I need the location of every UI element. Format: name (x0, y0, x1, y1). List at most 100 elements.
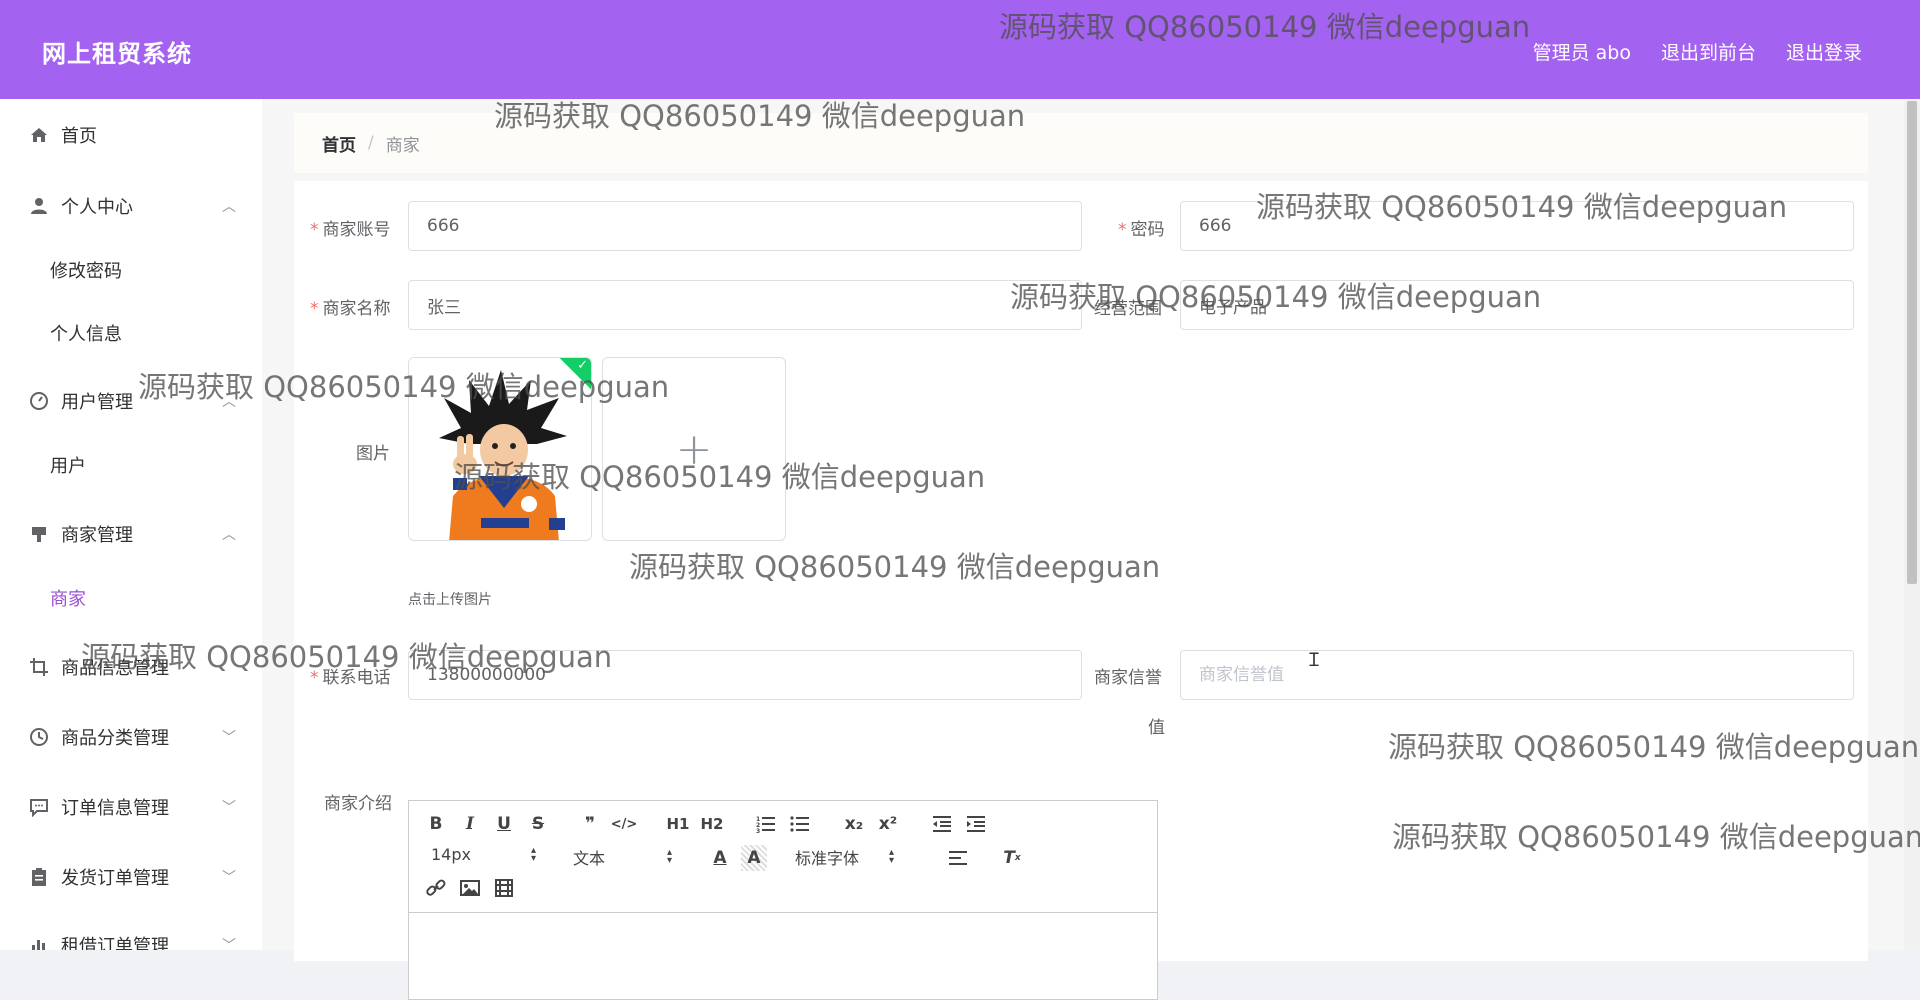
required-mark: * (310, 668, 319, 688)
account-label: * 商家账号 (310, 215, 391, 240)
chart-icon (28, 934, 50, 950)
bold-icon[interactable]: B (423, 811, 449, 837)
italic-icon[interactable]: I (457, 811, 483, 837)
sidebar-item-users[interactable]: 用户 (0, 437, 262, 493)
scrollbar-thumb[interactable] (1907, 101, 1917, 584)
font-size-select[interactable]: 14px ▴ ▾ (431, 845, 536, 864)
font-size-value: 14px (431, 845, 471, 864)
indent-icon[interactable] (963, 811, 989, 837)
sidebar-item-label: 修改密码 (50, 261, 122, 282)
superscript-icon[interactable]: x² (875, 811, 901, 837)
home-icon (28, 124, 50, 146)
sidebar-item-label: 用户 (50, 456, 86, 477)
phone-input[interactable] (408, 650, 1082, 700)
font-color-icon[interactable]: A (707, 845, 733, 871)
align-icon[interactable] (945, 845, 971, 871)
sidebar-item-category[interactable]: 商品分类管理 ﹀ (0, 707, 262, 767)
phone-label-text: 联系电话 (322, 668, 391, 688)
password-label-text: 密码 (1130, 220, 1165, 240)
top-header: 网上租贸系统 管理员 abo 退出到前台 退出登录 (0, 0, 1920, 99)
image-icon[interactable] (457, 875, 483, 901)
sidebar-item-label: 商家管理 (61, 525, 133, 546)
scope-label: 经营范围 (1094, 299, 1162, 319)
breadcrumb-current: 商家 (385, 135, 420, 156)
chevron-down-icon: ﹀ (222, 730, 236, 746)
ordered-list-icon[interactable]: 123 (753, 811, 779, 837)
business-scope-input[interactable] (1180, 280, 1854, 330)
sidebar-item-rental-order[interactable]: 租借订单管理 ﹀ (0, 915, 262, 950)
chevron-down-icon: ﹀ (222, 800, 236, 816)
bullet-list-icon[interactable] (787, 811, 813, 837)
intro-editor[interactable]: B I U S ❞ </> H1 H2 123 x₂ x² 14px ▴ ▾ 文… (408, 800, 1158, 1000)
sidebar-item-home[interactable]: 首页 (0, 105, 262, 165)
credit-input[interactable] (1180, 650, 1854, 700)
editor-toolbar: B I U S ❞ </> H1 H2 123 x₂ x² 14px ▴ ▾ 文… (409, 801, 1157, 913)
breadcrumb: 首页 / 商家 (294, 113, 1868, 173)
required-mark: * (1118, 220, 1127, 240)
clear-format-icon[interactable]: Tx (999, 845, 1025, 871)
check-icon: ✓ (577, 358, 588, 373)
password-input[interactable] (1180, 201, 1854, 251)
font-family-value: 标准字体 (795, 849, 860, 868)
background-color-icon[interactable]: A (741, 845, 767, 871)
font-family-select[interactable]: 标准字体 ▴ ▾ (795, 845, 894, 869)
sidebar-item-change-password[interactable]: 修改密码 (0, 242, 262, 298)
gauge-icon (28, 390, 50, 412)
chat-icon (28, 796, 50, 818)
sidebar-item-personal-center[interactable]: 个人中心 ︿ (0, 176, 262, 236)
phone-label: * 联系电话 (310, 663, 391, 688)
strikethrough-icon[interactable]: S (525, 811, 551, 837)
outdent-icon[interactable] (929, 811, 955, 837)
logout-link[interactable]: 退出登录 (1786, 38, 1862, 65)
select-arrow-icon: ▴ ▾ (667, 847, 673, 866)
upload-add-button[interactable]: + (602, 357, 786, 541)
select-arrow-icon: ▴ ▾ (889, 847, 895, 866)
name-label: * 商家名称 (310, 294, 391, 319)
credit-label: 商家信誉 (1094, 668, 1162, 688)
blockquote-icon[interactable]: ❞ (577, 811, 603, 837)
sidebar-item-label: 个人中心 (61, 197, 133, 218)
sidebar-item-product-info[interactable]: 商品信息管理 (0, 637, 262, 697)
shop-icon (28, 523, 50, 545)
crop-icon (28, 656, 50, 678)
sidebar: 首页 个人中心 ︿ 修改密码 个人信息 用户管理 ︿ 用户 商家管理 ︿ 商家 (0, 99, 262, 950)
password-label: * 密码 (1118, 215, 1165, 240)
required-mark: * (310, 220, 319, 240)
header2-icon[interactable]: H2 (699, 811, 725, 837)
underline-icon[interactable]: U (491, 811, 517, 837)
sidebar-item-personal-info[interactable]: 个人信息 (0, 305, 262, 361)
sidebar-item-merchant-management[interactable]: 商家管理 ︿ (0, 504, 262, 564)
upload-tip: 点击上传图片 (408, 592, 492, 608)
sidebar-item-user-management[interactable]: 用户管理 ︿ (0, 371, 262, 431)
uploaded-image-thumb[interactable]: ✓ (408, 357, 592, 541)
admin-user-link[interactable]: 管理员 abo (1533, 38, 1631, 65)
required-mark: * (310, 299, 319, 319)
video-icon[interactable] (491, 875, 517, 901)
code-block-icon[interactable]: </> (611, 811, 638, 837)
chevron-up-icon: ︿ (222, 527, 236, 543)
svg-text:3: 3 (756, 828, 760, 833)
subscript-icon[interactable]: x₂ (841, 811, 867, 837)
merchant-name-input[interactable] (408, 280, 1082, 330)
sidebar-item-label: 商品信息管理 (61, 658, 169, 679)
sidebar-item-shipping-order[interactable]: 发货订单管理 ﹀ (0, 847, 262, 907)
sidebar-item-order-info[interactable]: 订单信息管理 ﹀ (0, 777, 262, 837)
sidebar-item-label: 发货订单管理 (61, 868, 169, 889)
chevron-up-icon: ︿ (222, 199, 236, 215)
header1-icon[interactable]: H1 (665, 811, 691, 837)
chevron-down-icon: ﹀ (222, 870, 236, 886)
plus-icon: + (675, 423, 713, 475)
exit-to-front-link[interactable]: 退出到前台 (1661, 38, 1756, 65)
link-icon[interactable] (423, 875, 449, 901)
character-image (409, 358, 591, 540)
main-content: 首页 / 商家 *商家账号 *密码 *商家名称 经营范围 图片 (262, 99, 1920, 1000)
sidebar-item-merchant[interactable]: 商家 (0, 570, 262, 626)
block-type-select[interactable]: 文本 ▴ ▾ (573, 845, 672, 869)
credit-label-cont: 值 (1148, 718, 1165, 738)
merchant-form: *商家账号 *密码 *商家名称 经营范围 图片 (294, 181, 1868, 1000)
account-input[interactable] (408, 201, 1082, 251)
chevron-up-icon: ︿ (222, 394, 236, 410)
breadcrumb-home[interactable]: 首页 (322, 131, 356, 156)
page-scrollbar[interactable] (1904, 99, 1920, 950)
app-title: 网上租贸系统 (42, 40, 192, 68)
